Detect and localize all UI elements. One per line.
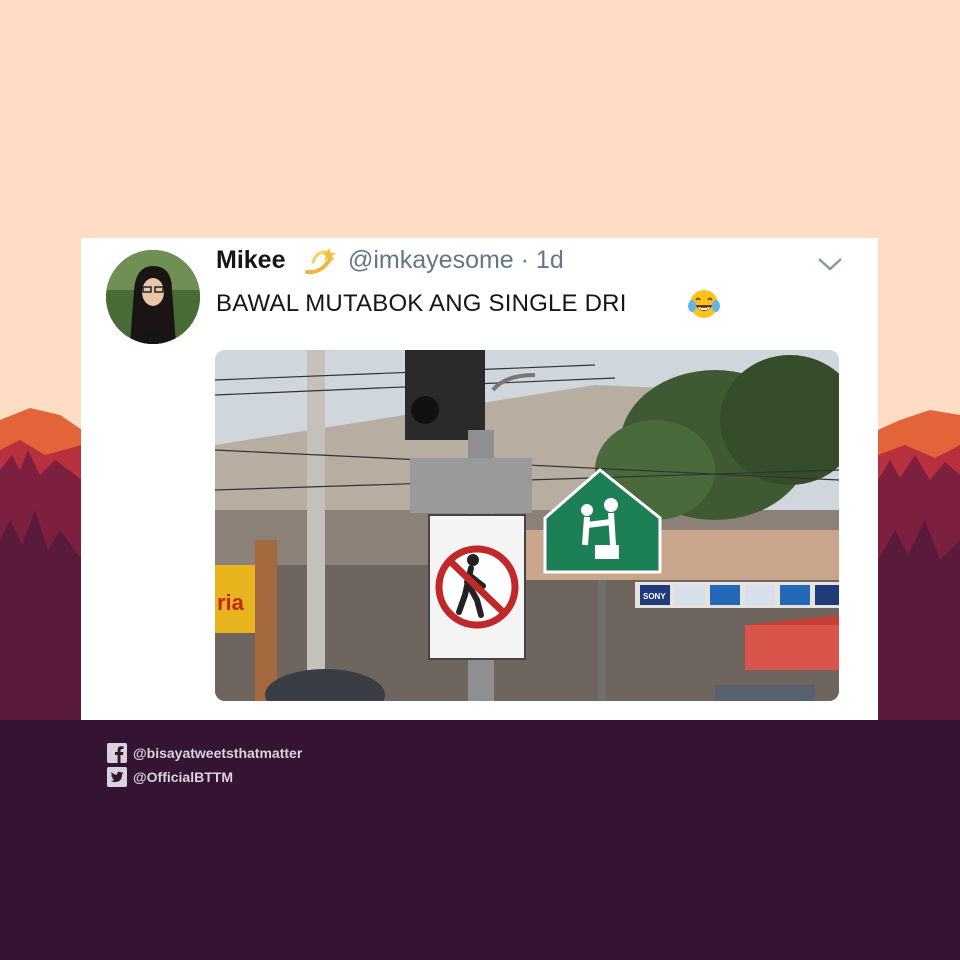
- chevron-down-icon[interactable]: [815, 254, 845, 274]
- facebook-handle[interactable]: @bisayatweetsthatmatter: [133, 745, 302, 761]
- footer-credits: @bisayatweetsthatmatter @OfficialBTTM: [107, 741, 302, 789]
- display-name[interactable]: Mikee: [216, 246, 285, 275]
- avatar[interactable]: [106, 250, 200, 344]
- handle-and-time[interactable]: @imkayesome · 1d: [348, 246, 564, 275]
- tweet-card: Mikee @imkayesome · 1d BAWAL MUTABOK ANG…: [81, 238, 878, 720]
- yellow-sign-text: ria: [217, 590, 245, 615]
- twitter-icon: [107, 767, 127, 787]
- dizzy-emoji-icon: [305, 248, 336, 275]
- tweet-text: BAWAL MUTABOK ANG SINGLE DRI: [216, 290, 627, 317]
- facebook-icon: [107, 743, 127, 763]
- facebook-credit: @bisayatweetsthatmatter: [107, 741, 302, 765]
- twitter-handle[interactable]: @OfficialBTTM: [133, 769, 233, 785]
- tweet-photo[interactable]: SONY ria: [215, 350, 839, 701]
- twitter-credit: @OfficialBTTM: [107, 765, 302, 789]
- store-banner-text: SONY: [643, 592, 666, 601]
- tears-of-joy-emoji-icon: [688, 290, 720, 318]
